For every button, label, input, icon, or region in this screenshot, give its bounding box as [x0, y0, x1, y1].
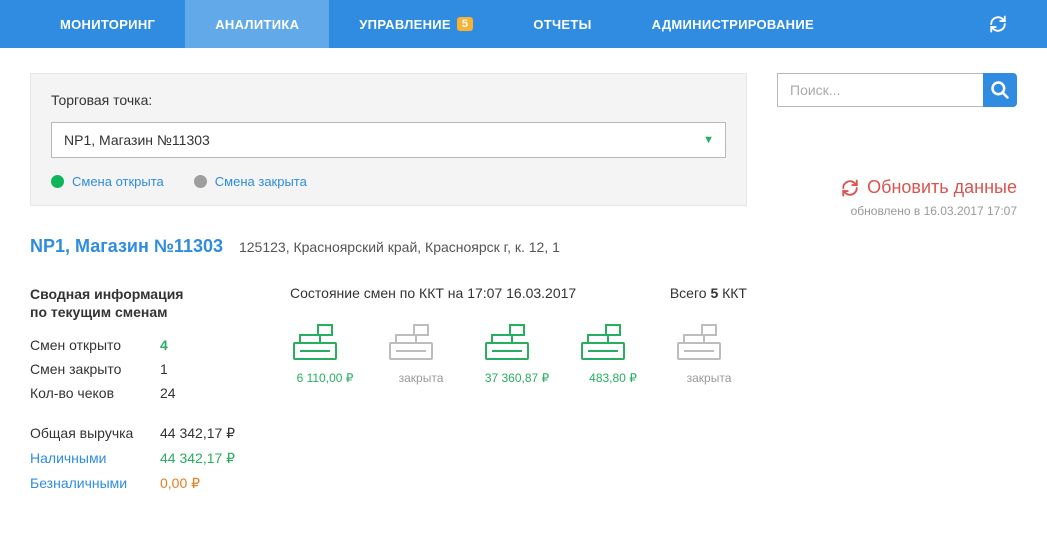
cash-register-icon	[482, 321, 552, 363]
legend-open-label: Смена открыта	[72, 174, 164, 189]
kkt-item[interactable]: 6 110,00 ₽	[290, 321, 360, 385]
search-icon	[990, 80, 1010, 100]
kkt-item[interactable]: закрыта	[386, 321, 456, 385]
legend-closed-label: Смена закрыта	[215, 174, 307, 189]
kkt-value: закрыта	[386, 371, 456, 385]
search-input[interactable]	[777, 73, 983, 107]
summary-row-noncash: Безналичными 0,00 ₽	[30, 475, 260, 492]
nav-management-label: УПРАВЛЕНИЕ	[359, 17, 451, 32]
nav-management-badge: 5	[457, 17, 473, 31]
kkt-value: закрыта	[674, 371, 744, 385]
dot-gray-icon	[194, 175, 207, 188]
store-address: 125123, Красноярский край, Красноярск г,…	[239, 239, 560, 255]
summary-row-total: Общая выручка 44 342,17 ₽	[30, 425, 260, 442]
shift-legend: Смена открыта Смена закрыта	[51, 174, 726, 189]
summary-row-cash: Наличными 44 342,17 ₽	[30, 450, 260, 467]
nav-refresh-button[interactable]	[979, 0, 1017, 48]
kkt-item[interactable]: 483,80 ₽	[578, 321, 648, 385]
chevron-down-icon: ▼	[703, 134, 714, 146]
store-select[interactable]: NP1, Магазин №11303 ▼	[51, 122, 726, 158]
kkt-item[interactable]: 37 360,87 ₽	[482, 321, 552, 385]
summary-title: Сводная информация по текущим сменам	[30, 285, 260, 321]
search-button[interactable]	[983, 73, 1017, 107]
kkt-item[interactable]: закрыта	[674, 321, 744, 385]
cash-register-icon	[674, 321, 744, 363]
store-select-value: NP1, Магазин №11303	[64, 132, 210, 148]
kkt-column: Состояние смен по ККТ на 17:07 16.03.201…	[290, 285, 747, 385]
refresh-data-link[interactable]: Обновить данные	[841, 177, 1017, 198]
store-name[interactable]: NP1, Магазин №11303	[30, 236, 223, 257]
kkt-list: 6 110,00 ₽ закрыта 37 360,87 ₽ 483,80 ₽ …	[290, 321, 747, 385]
refresh-data-label: Обновить данные	[867, 177, 1017, 198]
kkt-value: 37 360,87 ₽	[482, 371, 552, 385]
nav-reports[interactable]: ОТЧЕТЫ	[503, 0, 621, 48]
legend-shift-open: Смена открыта	[51, 174, 164, 189]
summary-row-open: Смен открыто 4	[30, 337, 260, 353]
kkt-value: 483,80 ₽	[578, 371, 648, 385]
cash-register-icon	[386, 321, 456, 363]
summary-column: Сводная информация по текущим сменам Сме…	[30, 285, 260, 500]
store-header: NP1, Магазин №11303 125123, Красноярский…	[30, 236, 747, 257]
top-nav: МОНИТОРИНГ АНАЛИТИКА УПРАВЛЕНИЕ 5 ОТЧЕТЫ…	[0, 0, 1047, 48]
dot-green-icon	[51, 175, 64, 188]
cash-register-icon	[578, 321, 648, 363]
kkt-total: Всего 5 ККТ	[670, 285, 747, 301]
refresh-timestamp: обновлено в 16.03.2017 17:07	[777, 204, 1017, 218]
refresh-icon	[989, 15, 1007, 33]
search-row	[777, 73, 1017, 107]
summary-row-closed: Смен закрыто 1	[30, 361, 260, 377]
store-selector-label: Торговая точка:	[51, 92, 726, 108]
kkt-state-title: Состояние смен по ККТ на 17:07 16.03.201…	[290, 285, 576, 301]
cash-register-icon	[290, 321, 360, 363]
kkt-value: 6 110,00 ₽	[290, 371, 360, 385]
store-selector-panel: Торговая точка: NP1, Магазин №11303 ▼ См…	[30, 73, 747, 206]
nav-admin[interactable]: АДМИНИСТРИРОВАНИЕ	[622, 0, 844, 48]
nav-monitoring[interactable]: МОНИТОРИНГ	[30, 0, 185, 48]
summary-row-checks: Кол-во чеков 24	[30, 385, 260, 401]
nav-analytics[interactable]: АНАЛИТИКА	[185, 0, 329, 48]
legend-shift-closed: Смена закрыта	[194, 174, 307, 189]
nav-management[interactable]: УПРАВЛЕНИЕ 5	[329, 0, 503, 48]
refresh-icon	[841, 179, 859, 197]
